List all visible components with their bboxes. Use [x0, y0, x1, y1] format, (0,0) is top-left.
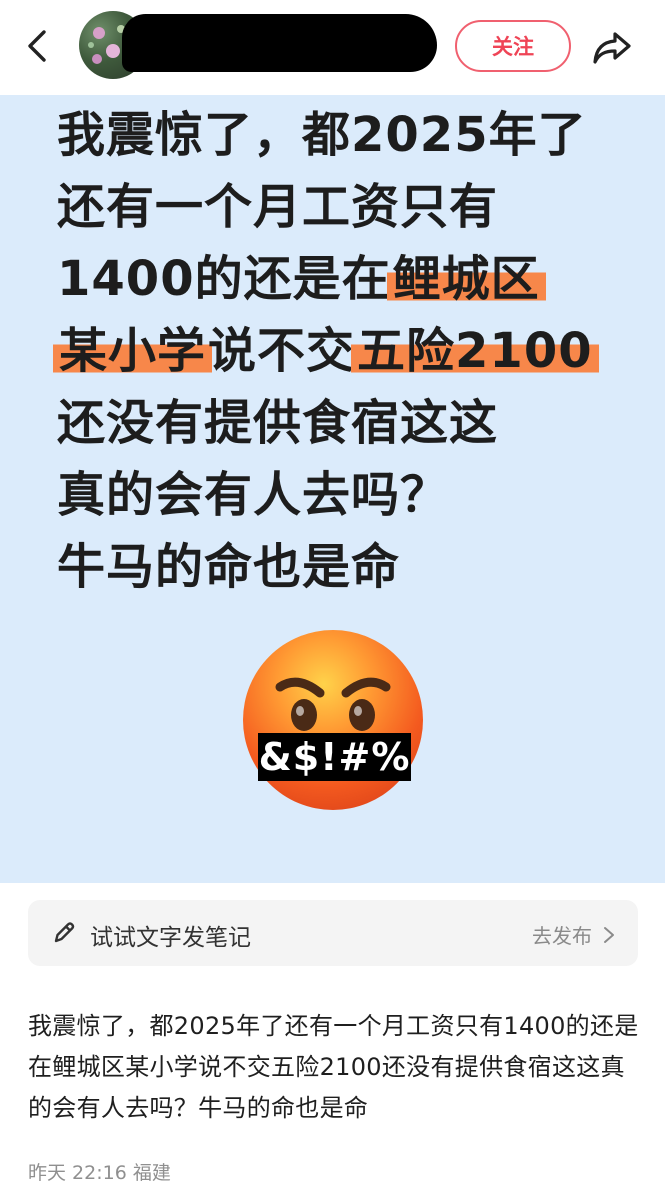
highlighted-text: 鲤城区 [386, 251, 546, 307]
headline-line: 1400的还是在鲤城区 [57, 243, 637, 315]
headline-line: 真的会有人去吗？ [57, 467, 450, 523]
publish-link-label: 去发布 [532, 924, 592, 948]
highlighted-text: 某小学 [53, 323, 213, 379]
back-arrow-icon[interactable] [20, 28, 56, 64]
pen-icon [50, 919, 78, 947]
note-detail-page: 关注 我震惊了，都2025年了 还有一个月工资只有 1400的还是在鲤城区 某小… [0, 0, 665, 1200]
post-meta: 昨天 22:16 福建 [28, 1162, 171, 1184]
highlighted-text: 五险2100 [351, 323, 599, 379]
author-name-redacted [122, 14, 437, 72]
share-icon[interactable] [591, 26, 633, 68]
compose-prompt-bar[interactable]: 试试文字发笔记 去发布 [28, 900, 638, 966]
headline-text: 1400的还是在 [57, 251, 391, 307]
headline-line: 牛马的命也是命 [57, 539, 401, 595]
headline-line: 还没有提供食宿这这 [57, 395, 499, 451]
headline-line: 还有一个月工资只有 [57, 179, 499, 235]
follow-button[interactable]: 关注 [455, 20, 571, 72]
headline-text: 说不交 [208, 323, 356, 379]
compose-prompt-label: 试试文字发笔记 [90, 925, 251, 951]
chevron-right-icon [604, 926, 614, 943]
post-body-text: 我震惊了，都2025年了还有一个月工资只有1400的还是在鲤城区某小学说不交五险… [28, 1012, 639, 1122]
post-image-headline: 我震惊了，都2025年了 还有一个月工资只有 1400的还是在鲤城区 某小学说不… [53, 99, 637, 603]
headline-line: 某小学说不交五险2100 [53, 315, 637, 387]
post-image[interactable]: 我震惊了，都2025年了 还有一个月工资只有 1400的还是在鲤城区 某小学说不… [0, 95, 665, 883]
censor-symbols: &$!#% [258, 733, 411, 781]
headline-line: 我震惊了，都2025年了 [57, 107, 587, 163]
publish-link[interactable]: 去发布 [532, 920, 616, 949]
top-bar: 关注 [0, 0, 665, 95]
angry-face-emoji [238, 625, 428, 815]
